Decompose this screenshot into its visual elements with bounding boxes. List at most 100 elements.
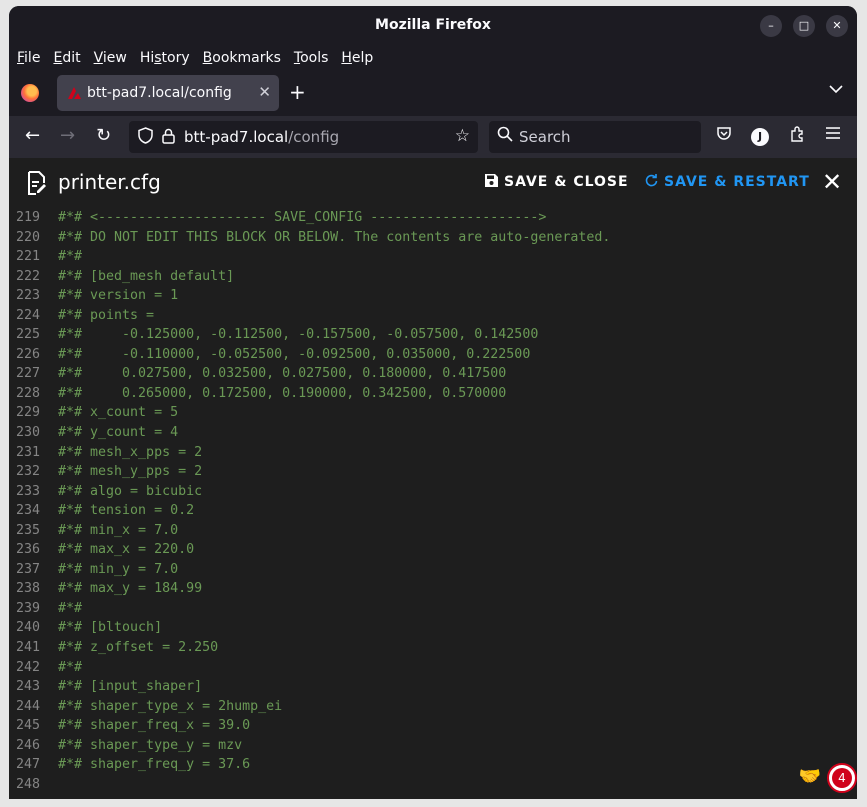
menu-help[interactable]: Help [341, 50, 373, 66]
code-line[interactable]: 220 #*# DO NOT EDIT THIS BLOCK OR BELOW. … [9, 228, 857, 248]
code-line[interactable]: 245 #*# shaper_freq_x = 39.0 [9, 716, 857, 736]
back-button[interactable]: ← [25, 125, 40, 146]
url-bar[interactable]: btt-pad7.local/config ☆ [129, 121, 478, 153]
code-text: #*# algo = bicubic [58, 483, 203, 499]
code-line[interactable]: 242 #*# [9, 658, 857, 678]
code-line[interactable]: 229 #*# x_count = 5 [9, 403, 857, 423]
code-text: #*# tension = 0.2 [58, 503, 195, 519]
menu-edit[interactable]: Edit [53, 50, 80, 66]
line-number: 234 [15, 503, 40, 519]
code-text: #*# shaper_type_x = 2hump_ei [58, 698, 283, 714]
code-line[interactable]: 222 #*# [bed_mesh default] [9, 267, 857, 287]
code-line[interactable]: 228 #*# 0.265000, 0.172500, 0.190000, 0.3… [9, 384, 857, 404]
restart-icon [645, 174, 658, 187]
code-line[interactable]: 232 #*# mesh_y_pps = 2 [9, 462, 857, 482]
line-number: 226 [15, 346, 40, 362]
line-number: 228 [15, 385, 40, 401]
tab-close-icon[interactable]: ✕ [258, 83, 271, 101]
code-text: #*# mesh_x_pps = 2 [58, 444, 203, 460]
new-tab-button[interactable]: + [289, 80, 306, 104]
window-close-button[interactable]: ✕ [826, 15, 848, 37]
pocket-icon[interactable] [716, 126, 732, 142]
nav-bar: ← → ↻ btt-pad7.local/config ☆ Search J [9, 116, 857, 158]
list-tabs-chevron-icon[interactable] [829, 82, 843, 98]
tab-strip: btt-pad7.local/config ✕ + [9, 70, 857, 116]
code-line[interactable]: 226 #*# -0.110000, -0.052500, -0.092500, … [9, 345, 857, 365]
code-line[interactable]: 233 #*# algo = bicubic [9, 482, 857, 502]
code-line[interactable]: 221 #*# [9, 247, 857, 267]
bookmark-star-icon[interactable]: ☆ [455, 126, 470, 146]
menu-history[interactable]: History [140, 50, 190, 66]
editor-header: printer.cfg SAVE & CLOSE SAVE & RESTART … [9, 158, 857, 209]
code-line[interactable]: 237 #*# min_y = 7.0 [9, 560, 857, 580]
code-text: #*# shaper_freq_x = 39.0 [58, 718, 251, 734]
save-close-button[interactable]: SAVE & CLOSE [485, 174, 629, 190]
code-text: #*# version = 1 [58, 288, 179, 304]
code-line[interactable]: 243 #*# [input_shaper] [9, 677, 857, 697]
firefox-view-icon[interactable] [21, 84, 39, 102]
save-restart-button[interactable]: SAVE & RESTART [645, 174, 810, 190]
code-text: #*# -0.110000, -0.052500, -0.092500, 0.0… [58, 346, 531, 362]
tab-config[interactable]: btt-pad7.local/config ✕ [57, 75, 279, 111]
notification-count: 4 [832, 768, 852, 788]
hamburger-icon[interactable] [825, 126, 841, 140]
code-text: #*# [bed_mesh default] [58, 268, 235, 284]
line-number: 238 [15, 581, 40, 597]
line-number: 229 [15, 405, 40, 421]
code-editor[interactable]: 219 #*# <--------------------- SAVE_CONFI… [9, 208, 857, 799]
code-line[interactable]: 244 #*# shaper_type_x = 2hump_ei [9, 697, 857, 717]
code-line[interactable]: 219 #*# <--------------------- SAVE_CONFI… [9, 208, 857, 228]
file-name: printer.cfg [58, 170, 161, 194]
code-text: #*# shaper_type_y = mzv [58, 737, 243, 753]
code-line[interactable]: 239 #*# [9, 599, 857, 619]
line-number: 242 [15, 659, 40, 675]
code-text: #*# min_x = 7.0 [58, 522, 179, 538]
code-line[interactable]: 247 #*# shaper_freq_y = 37.6 [9, 755, 857, 775]
reload-button[interactable]: ↻ [96, 125, 111, 146]
code-line[interactable]: 230 #*# y_count = 4 [9, 423, 857, 443]
menu-file[interactable]: File [17, 50, 40, 66]
code-line[interactable]: 224 #*# points = [9, 306, 857, 326]
code-text: #*# shaper_freq_y = 37.6 [58, 757, 251, 773]
code-text: #*# 0.265000, 0.172500, 0.190000, 0.3425… [58, 385, 507, 401]
menu-bookmarks[interactable]: Bookmarks [203, 50, 281, 66]
menu-view[interactable]: View [94, 50, 127, 66]
code-line[interactable]: 248 [9, 775, 857, 795]
line-number: 241 [15, 640, 40, 656]
file-edit-icon [28, 171, 46, 195]
close-editor-button[interactable]: ✕ [822, 168, 842, 196]
code-line[interactable]: 246 #*# shaper_type_y = mzv [9, 736, 857, 756]
code-line[interactable]: 225 #*# -0.125000, -0.112500, -0.157500, … [9, 325, 857, 345]
search-icon [497, 126, 513, 142]
shield-icon[interactable] [138, 127, 153, 144]
line-number: 221 [15, 249, 40, 265]
code-line[interactable]: 236 #*# max_x = 220.0 [9, 540, 857, 560]
code-line[interactable]: 238 #*# max_y = 184.99 [9, 579, 857, 599]
notification-badge[interactable]: 4 [827, 763, 857, 793]
line-number: 225 [15, 327, 40, 343]
handshake-icon[interactable]: 🤝 [799, 766, 821, 787]
code-line[interactable]: 235 #*# min_x = 7.0 [9, 521, 857, 541]
code-text: #*# 0.027500, 0.032500, 0.027500, 0.1800… [58, 366, 507, 382]
code-line[interactable]: 240 #*# [bltouch] [9, 618, 857, 638]
search-bar[interactable]: Search [489, 121, 701, 153]
line-number: 227 [15, 366, 40, 382]
maximize-button[interactable]: □ [793, 15, 815, 37]
code-text: #*# points = [58, 307, 155, 323]
code-line[interactable]: 231 #*# mesh_x_pps = 2 [9, 443, 857, 463]
menu-tools[interactable]: Tools [294, 50, 329, 66]
code-line[interactable]: 241 #*# z_offset = 2.250 [9, 638, 857, 658]
lock-icon[interactable] [162, 128, 175, 144]
line-number: 237 [15, 561, 40, 577]
code-line[interactable]: 234 #*# tension = 0.2 [9, 501, 857, 521]
extensions-icon[interactable] [789, 126, 805, 142]
minimize-button[interactable]: – [760, 15, 782, 37]
line-number: 244 [15, 698, 40, 714]
line-number: 247 [15, 757, 40, 773]
line-number: 235 [15, 522, 40, 538]
code-line[interactable]: 223 #*# version = 1 [9, 286, 857, 306]
forward-button[interactable]: → [60, 125, 75, 146]
line-number: 240 [15, 620, 40, 636]
code-line[interactable]: 227 #*# 0.027500, 0.032500, 0.027500, 0.1… [9, 364, 857, 384]
account-avatar[interactable]: J [751, 128, 769, 146]
